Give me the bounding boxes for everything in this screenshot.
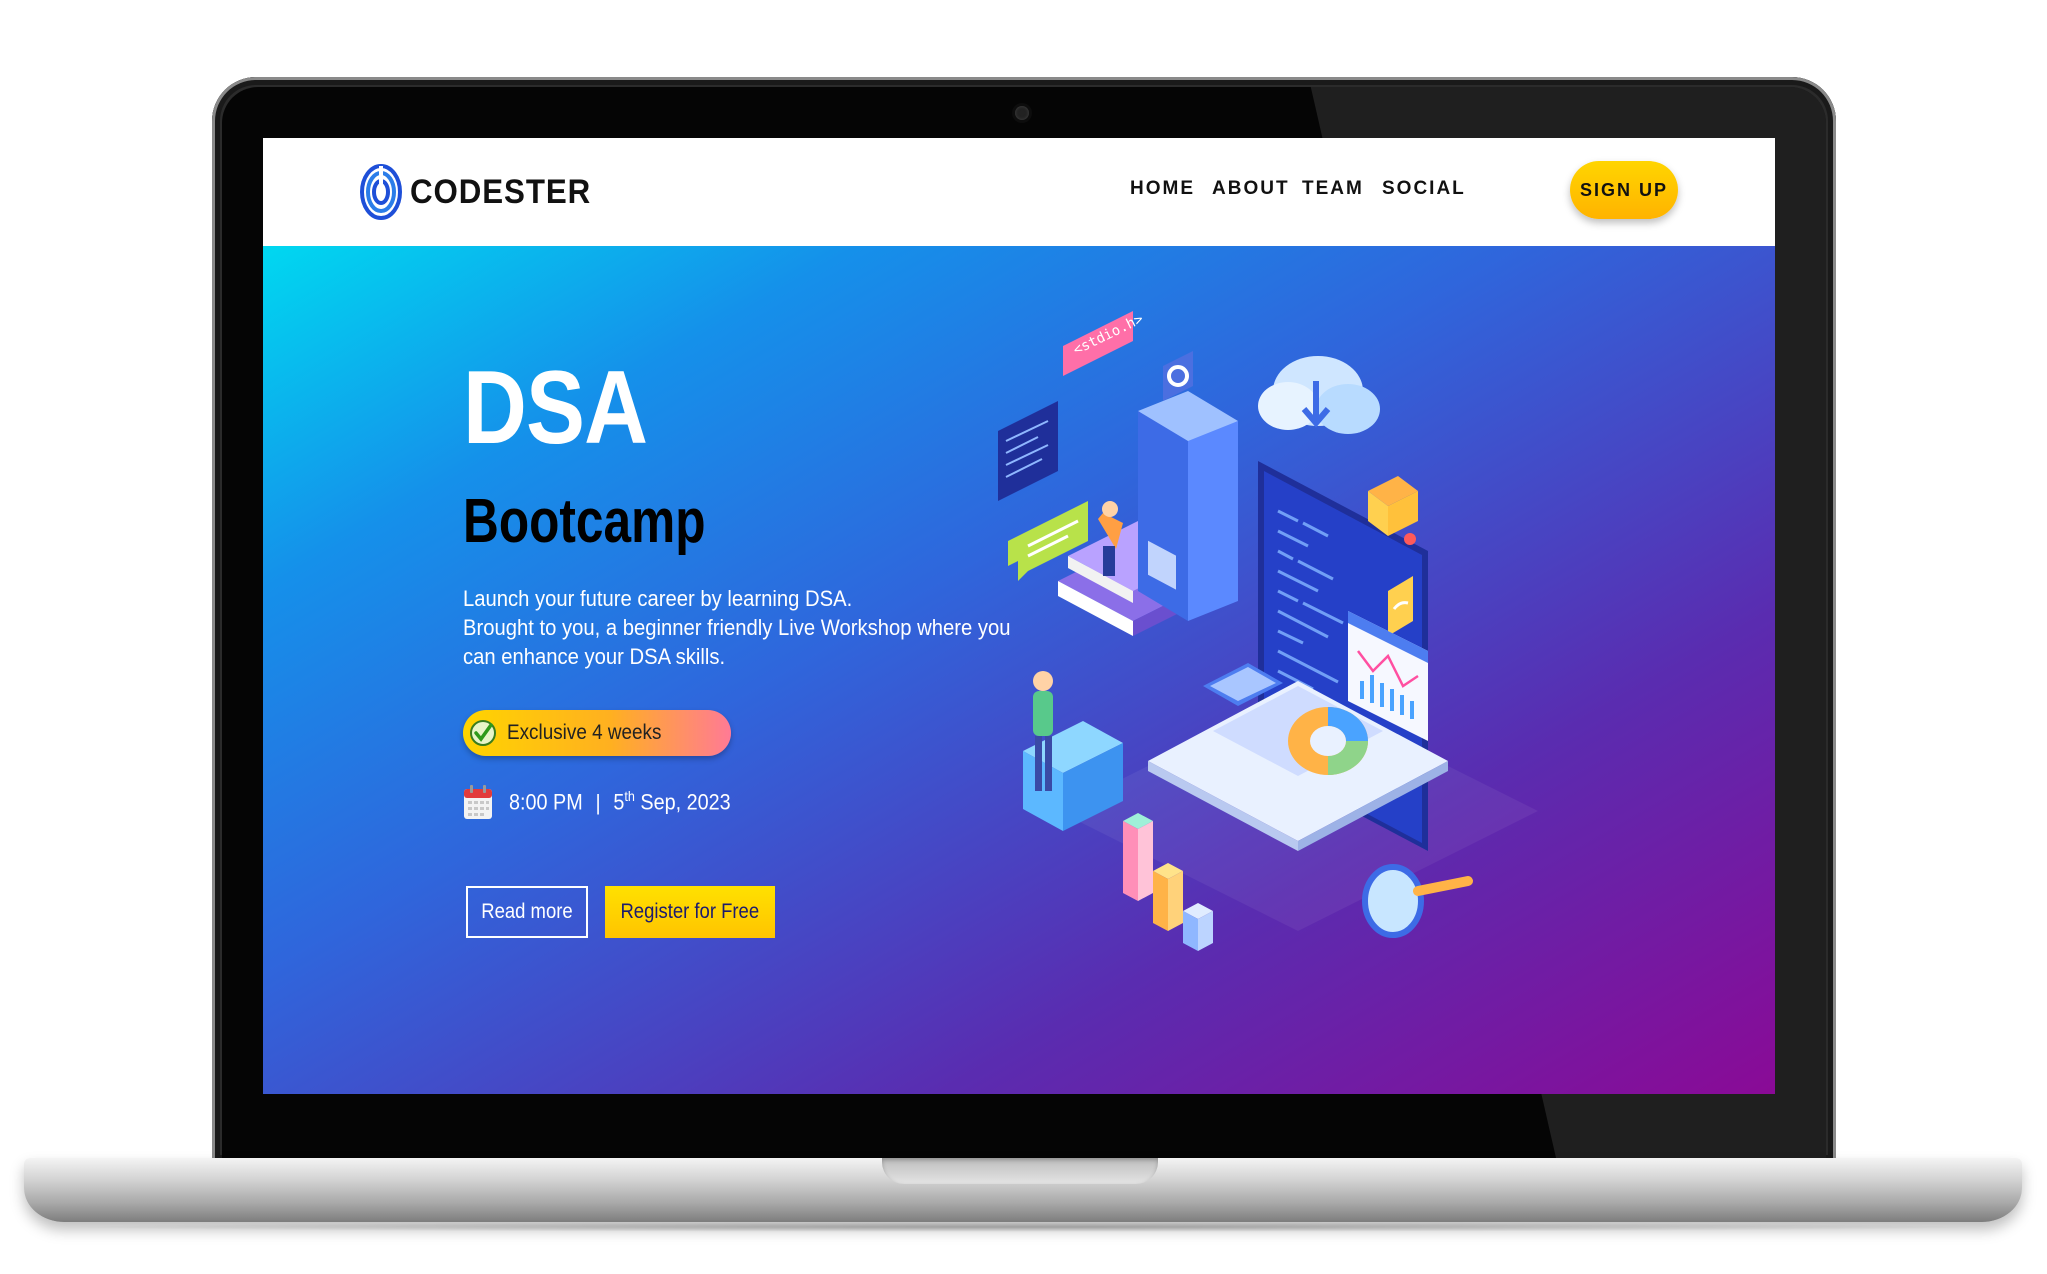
nav-menu: HOME ABOUT TEAM SOCIAL bbox=[263, 138, 1775, 246]
hero-title: DSA bbox=[463, 350, 648, 466]
hero-subtitle: Bootcamp bbox=[463, 487, 706, 556]
event-day: 5 bbox=[613, 789, 625, 815]
hero-description-line: can enhance your DSA skills. bbox=[463, 644, 726, 669]
signup-button[interactable]: SIGN UP bbox=[1570, 161, 1678, 219]
hero-description: Launch your future career by learning DS… bbox=[463, 584, 1033, 671]
magnifier-icon bbox=[1362, 864, 1473, 938]
hero-description-line: Brought to you, a beginner friendly Live… bbox=[463, 615, 1011, 640]
laptop-shadow bbox=[60, 1222, 1986, 1232]
read-more-button[interactable]: Read more bbox=[466, 886, 588, 938]
check-circle-icon bbox=[470, 720, 496, 746]
badge-label: Exclusive 4 weeks bbox=[507, 721, 662, 744]
nav-item-social[interactable]: SOCIAL bbox=[1382, 178, 1466, 200]
nav-item-about[interactable]: ABOUT bbox=[1212, 178, 1290, 200]
hero-description-line: Launch your future career by learning DS… bbox=[463, 586, 853, 611]
person-at-desk-illustration bbox=[1023, 671, 1123, 831]
nav-item-home[interactable]: HOME bbox=[1130, 178, 1195, 200]
event-time: 8:00 PM bbox=[509, 789, 583, 815]
isometric-coding-illustration: <stdio.h> bbox=[998, 311, 1538, 951]
duration-badge: Exclusive 4 weeks bbox=[463, 710, 731, 756]
laptop-screen: CODESTER HOME ABOUT TEAM SOCIAL SIGN UP … bbox=[263, 138, 1775, 1094]
code-tag-bubble: <stdio.h> bbox=[1063, 311, 1146, 376]
navbar: CODESTER HOME ABOUT TEAM SOCIAL SIGN UP bbox=[263, 138, 1775, 248]
register-label: Register for Free bbox=[620, 900, 760, 923]
read-more-label: Read more bbox=[481, 900, 573, 923]
webcam-icon bbox=[1015, 106, 1029, 120]
laptop-opening-notch bbox=[882, 1158, 1158, 1184]
event-month-year: Sep, 2023 bbox=[640, 789, 731, 815]
event-day-suffix: th bbox=[624, 788, 635, 805]
event-date-text: 8:00 PM | 5th Sep, 2023 bbox=[509, 788, 731, 815]
nav-item-team[interactable]: TEAM bbox=[1302, 178, 1364, 200]
cloud-download-icon bbox=[1258, 356, 1380, 434]
hero-section: DSA Bootcamp Launch your future career b… bbox=[263, 246, 1775, 1094]
event-datetime: 8:00 PM | 5th Sep, 2023 bbox=[463, 784, 755, 820]
calendar-icon bbox=[464, 785, 492, 819]
register-button[interactable]: Register for Free bbox=[605, 886, 775, 938]
date-separator: | bbox=[595, 789, 601, 815]
